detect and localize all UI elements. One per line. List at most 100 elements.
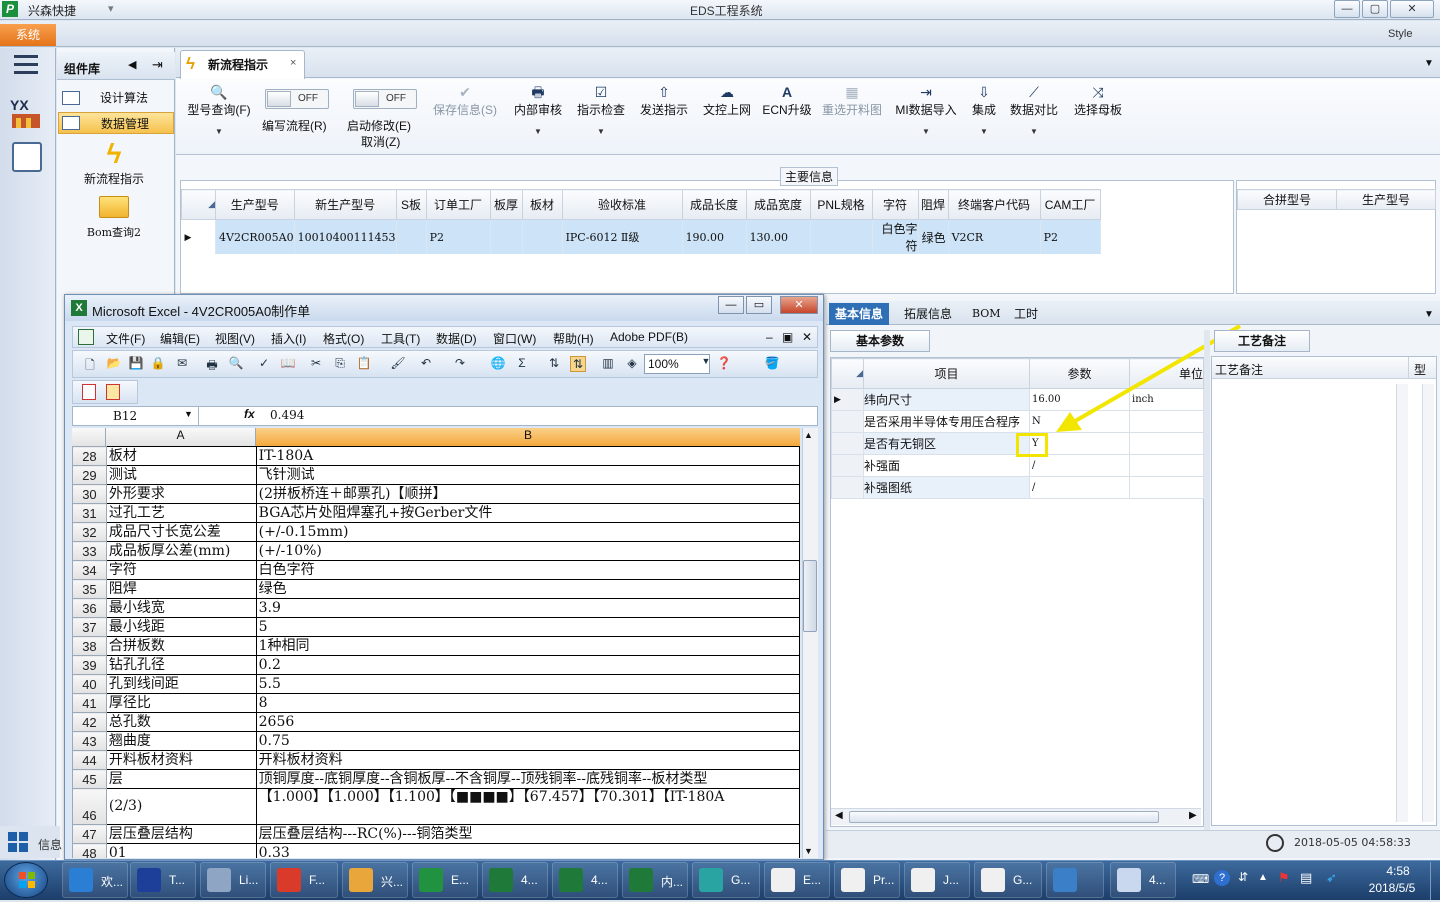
table-row[interactable]: 补强面 /	[831, 454, 1204, 477]
table-cell[interactable]: 绿色	[918, 219, 949, 254]
taskbar-item[interactable]: G...	[974, 862, 1042, 898]
tab-basic-info[interactable]: 基本信息	[829, 303, 890, 325]
cell-b[interactable]: 5.5	[255, 674, 800, 694]
menu-window[interactable]: 窗口(W)	[493, 330, 536, 347]
taskbar-item[interactable]: 4...	[1110, 862, 1176, 898]
vertical-scrollbar[interactable]	[1422, 384, 1434, 822]
tab-bom[interactable]: BOM	[966, 303, 1007, 325]
cell-a[interactable]: 钻孔孔径	[105, 655, 257, 675]
send-instruction-button[interactable]: ⇧ 发送指示	[636, 84, 692, 118]
column-header[interactable]: 板厚	[489, 189, 523, 220]
spelling-icon[interactable]: ✓	[256, 356, 272, 372]
cell-a[interactable]: 开料板材资料	[105, 750, 257, 770]
write-process-toggle[interactable]: OFF	[265, 89, 329, 109]
windows-grid-icon[interactable]	[8, 832, 28, 852]
row-number[interactable]: 46	[72, 788, 107, 825]
cell-b[interactable]: (+/-0.15mm)	[255, 522, 800, 542]
column-header[interactable]: 新生产型号	[293, 189, 397, 220]
tab-hours[interactable]: 工时	[1008, 303, 1044, 325]
email-icon[interactable]: ✉	[174, 356, 190, 372]
clock-date[interactable]: 2018/5/5	[1360, 881, 1424, 895]
sort-ascending-icon[interactable]: ⇅	[546, 356, 562, 372]
start-button[interactable]	[4, 862, 48, 898]
function-icon[interactable]: fx	[244, 407, 255, 421]
cell-b[interactable]: BGA芯片处阻焊塞孔+按Gerber文件	[255, 503, 800, 523]
cell-a[interactable]: 过孔工艺	[105, 503, 257, 523]
instruction-check-button[interactable]: ☑ 指示检查 ▼	[573, 84, 629, 140]
column-header[interactable]: 生产型号	[1336, 189, 1436, 210]
collapse-left-icon[interactable]: ◀	[128, 58, 136, 71]
taskbar-item[interactable]: E...	[764, 862, 830, 898]
row-number[interactable]: 31	[72, 503, 107, 523]
column-header[interactable]: PNL规格	[809, 189, 873, 220]
cell-a[interactable]: 最小线宽	[105, 598, 257, 618]
start-modify-toggle[interactable]: OFF	[353, 89, 417, 109]
save-info-button[interactable]: ✔ 保存信息(S)	[430, 84, 500, 118]
mi-data-import-button[interactable]: ⇥ MI数据导入 ▼	[892, 84, 960, 140]
table-cell[interactable]: 130.00	[746, 219, 811, 254]
column-header[interactable]: CAM工厂	[1039, 189, 1101, 220]
column-header-a[interactable]: A	[106, 428, 256, 446]
cell-b[interactable]: (2拼板桥连＋邮票孔)【顺拼】	[255, 484, 800, 504]
close-button[interactable]: ✕	[1390, 0, 1434, 18]
column-header[interactable]: 型	[1414, 361, 1426, 378]
help-icon[interactable]: ❓	[716, 356, 732, 372]
tab-extended-info[interactable]: 拓展信息	[898, 303, 958, 325]
worksheet-vertical-scrollbar[interactable]	[802, 428, 818, 858]
row-number[interactable]: 38	[72, 636, 107, 656]
cell-a[interactable]: 成品板厚公差(mm)	[105, 541, 257, 561]
cell-b[interactable]: 飞针测试	[255, 465, 800, 485]
info-label[interactable]: 信息	[38, 836, 62, 853]
row-number[interactable]: 44	[72, 750, 107, 770]
clock-time[interactable]: 4:58	[1372, 864, 1424, 878]
excel-maximize-button[interactable]: ▭	[746, 296, 772, 314]
row-number[interactable]: 45	[72, 769, 107, 789]
maximize-button[interactable]: ▢	[1362, 0, 1388, 18]
cell-a[interactable]: 测试	[105, 465, 257, 485]
cut-icon[interactable]: ✂	[308, 356, 324, 372]
formula-input[interactable]: 0.494	[270, 408, 304, 422]
table-cell[interactable]: 白色字符	[872, 219, 919, 254]
table-cell[interactable]: IPC-6012 Ⅱ级	[562, 219, 683, 254]
row-number[interactable]: 33	[72, 541, 107, 561]
internal-review-button[interactable]: 🖶 内部审核 ▼	[510, 84, 566, 140]
minimize-button[interactable]: —	[1334, 0, 1360, 18]
scroll-down-icon[interactable]: ▼	[804, 846, 813, 856]
menu-help[interactable]: 帮助(H)	[553, 330, 594, 347]
table-cell[interactable]: P2	[426, 219, 491, 254]
cell-a[interactable]: 总孔数	[105, 712, 257, 732]
doc-control-upload-button[interactable]: ☁ 文控上网	[699, 84, 755, 118]
table-cell[interactable]	[522, 219, 563, 254]
basic-params-header[interactable]: 基本参数	[830, 330, 930, 352]
hyperlink-icon[interactable]: 🌐	[490, 356, 506, 372]
row-number[interactable]: 30	[72, 484, 107, 504]
taskbar-item[interactable]: 内...	[622, 862, 688, 898]
taskbar-item[interactable]: Li...	[200, 862, 266, 898]
name-box[interactable]: B12	[73, 407, 199, 425]
cell-b[interactable]: 0.75	[255, 731, 800, 751]
cell-a[interactable]: 板材	[105, 446, 257, 466]
column-header[interactable]: 合拼型号	[1237, 189, 1337, 210]
column-header[interactable]: 成品长度	[681, 189, 747, 220]
table-cell[interactable]: P2	[1040, 219, 1101, 254]
cell-a[interactable]: 最小线距	[105, 617, 257, 637]
row-number[interactable]: 35	[72, 579, 107, 599]
cell-a[interactable]: 字符	[105, 560, 257, 580]
select-motherboard-button[interactable]: ⤨ 选择母板	[1070, 84, 1126, 118]
panel-splitter[interactable]	[1204, 330, 1210, 830]
row-number[interactable]: 48	[72, 843, 107, 858]
process-remarks-header[interactable]: 工艺备注	[1214, 330, 1310, 352]
menu-data[interactable]: 数据(D)	[436, 330, 477, 347]
excel-close-button[interactable]: ✕	[780, 296, 818, 314]
app-tray-icon[interactable]: ➶	[1326, 870, 1337, 886]
cell-b[interactable]: 【1.000】【1.000】【1.100】【■■■■】【67.457】【70.3…	[255, 788, 800, 825]
row-number[interactable]: 40	[72, 674, 107, 694]
model-query-button[interactable]: 🔍 型号查询(F) ▼	[184, 84, 254, 140]
column-header[interactable]: 成品宽度	[745, 189, 811, 220]
row-number[interactable]: 29	[72, 465, 107, 485]
menu-view[interactable]: 视图(V)	[215, 330, 255, 347]
horizontal-scrollbar[interactable]: ◀ ▶	[831, 808, 1201, 825]
paste-icon[interactable]: 📋	[356, 356, 372, 372]
excel-minimize-button[interactable]: —	[718, 296, 744, 314]
save-icon[interactable]: 💾	[128, 356, 144, 372]
